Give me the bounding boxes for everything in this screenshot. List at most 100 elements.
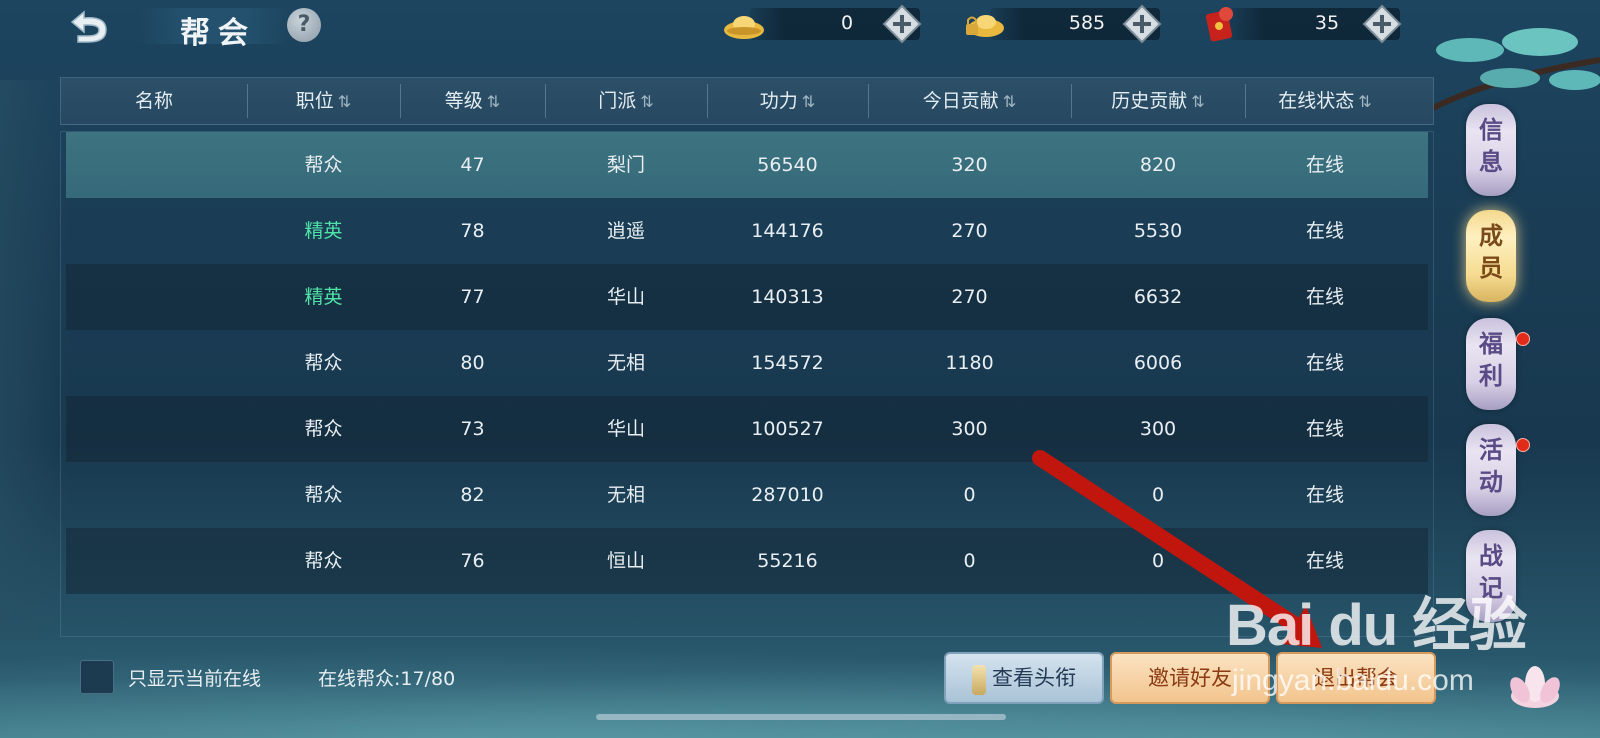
- lotus-decoration: [1510, 666, 1560, 708]
- cell-history: 820: [1139, 154, 1177, 176]
- cell-school: 恒山: [606, 550, 645, 572]
- cell-today: 0: [963, 550, 976, 572]
- side-tab-2[interactable]: 福 利: [1466, 318, 1530, 410]
- cell-position: 精英: [304, 286, 343, 308]
- members-table: 名称 职位 ⇅ 等级 ⇅ 门派 ⇅ 功力 ⇅ 今日贡献 ⇅ 历史贡献 ⇅ 在线状态 ⇅ 帮众 4…: [60, 77, 1434, 637]
- cell-name: [61, 396, 247, 462]
- baidu-watermark-url: jingyan.baidu.com: [1232, 664, 1474, 697]
- add-locked-gold-button[interactable]: [1122, 4, 1162, 44]
- plus-icon: [882, 4, 922, 44]
- add-red-envelope-button[interactable]: [1362, 4, 1402, 44]
- side-tab-label: 成 员: [1479, 221, 1503, 282]
- scroll-icon: [972, 664, 986, 695]
- baidu-watermark-logo: Bai du 经验: [1226, 593, 1527, 658]
- cell-position: 帮众: [304, 484, 343, 506]
- column-header-school[interactable]: 门派 ⇅: [545, 78, 707, 124]
- column-header-history-contribution[interactable]: 历史贡献 ⇅: [1071, 78, 1245, 124]
- cell-school: 华山: [606, 286, 645, 308]
- cell-history: 6006: [1133, 352, 1183, 374]
- cell-status: 在线: [1305, 418, 1344, 440]
- cell-level: 80: [460, 352, 485, 374]
- side-tab-3[interactable]: 活 动: [1466, 424, 1530, 516]
- table-row[interactable]: 帮众 80 无相 154572 1180 6006 在线: [66, 330, 1428, 396]
- table-row[interactable]: 精英 78 逍遥 144176 270 5530 在线: [66, 198, 1428, 264]
- cell-level: 82: [460, 484, 485, 506]
- side-tab-1[interactable]: 成 员: [1466, 210, 1516, 302]
- cell-power: 100527: [751, 418, 824, 440]
- currency-locked-gold: 585: [962, 4, 1172, 44]
- table-row[interactable]: 帮众 82 无相 287010 0 0 在线: [66, 462, 1428, 528]
- sort-icon: ⇅: [640, 91, 654, 111]
- cell-power: 144176: [751, 220, 824, 242]
- table-row[interactable]: 精英 77 华山 140313 270 6632 在线: [66, 264, 1428, 330]
- help-icon[interactable]: ?: [287, 8, 321, 42]
- cell-position: 帮众: [304, 352, 343, 374]
- sort-icon: ⇅: [801, 91, 816, 111]
- cell-status: 在线: [1305, 220, 1344, 242]
- back-arrow-icon: [70, 10, 107, 43]
- side-tab-0[interactable]: 信 息: [1466, 104, 1516, 196]
- table-row[interactable]: 帮众 73 华山 100527 300 300 在线: [66, 396, 1428, 462]
- cell-position: 帮众: [304, 154, 343, 176]
- cell-name: [61, 462, 247, 528]
- cell-today: 1180: [945, 352, 994, 374]
- cell-power: 56540: [757, 154, 818, 176]
- cell-today: 270: [951, 286, 988, 308]
- sort-icon: ⇅: [1358, 91, 1372, 111]
- cell-power: 154572: [751, 352, 824, 374]
- cell-power: 55216: [757, 550, 818, 572]
- plus-icon: [1122, 4, 1162, 44]
- cell-today: 320: [951, 154, 988, 176]
- back-button[interactable]: [58, 4, 118, 46]
- cell-position: 帮众: [304, 550, 343, 572]
- add-gold-button[interactable]: [882, 4, 922, 44]
- cell-history: 6632: [1133, 286, 1183, 308]
- cell-level: 73: [460, 418, 485, 440]
- locked-ingot-icon: [962, 4, 1006, 44]
- only-online-checkbox[interactable]: [80, 660, 114, 694]
- cell-power: 140313: [751, 286, 824, 308]
- cell-history: 0: [1151, 484, 1165, 506]
- cell-history: 300: [1139, 418, 1177, 440]
- cell-name: [61, 198, 247, 264]
- gold-value: 0: [840, 12, 854, 34]
- side-tab-label: 活 动: [1479, 435, 1503, 496]
- red-envelope-icon: [1202, 4, 1246, 44]
- side-tab-label: 福 利: [1479, 329, 1503, 390]
- column-header-level[interactable]: 等级 ⇅: [400, 78, 545, 124]
- cell-name: [61, 264, 247, 330]
- cell-name: [61, 330, 247, 396]
- cell-history: 5530: [1133, 220, 1183, 242]
- cell-level: 47: [460, 154, 485, 176]
- notification-badge: [1516, 332, 1530, 346]
- cell-school: 无相: [606, 352, 645, 374]
- locked-gold-value: 585: [1068, 12, 1106, 34]
- table-header: 名称 职位 ⇅ 等级 ⇅ 门派 ⇅ 功力 ⇅ 今日贡献 ⇅ 历史贡献 ⇅ 在线状态 ⇅: [60, 77, 1434, 125]
- notification-badge: [1516, 438, 1530, 452]
- sort-icon: ⇅: [1002, 91, 1017, 111]
- cell-school: 无相: [606, 484, 645, 506]
- red-envelope-value: 35: [1314, 12, 1340, 34]
- cell-school: 华山: [606, 418, 645, 440]
- column-header-name[interactable]: 名称: [61, 78, 247, 124]
- column-header-today-contribution[interactable]: 今日贡献 ⇅: [868, 78, 1071, 124]
- cell-status: 在线: [1305, 484, 1344, 506]
- cell-name: [61, 132, 247, 198]
- cell-position: 帮众: [304, 418, 343, 440]
- table-row[interactable]: 帮众 47 梨门 56540 320 820 在线: [66, 132, 1428, 198]
- home-indicator: [596, 714, 1006, 720]
- cell-status: 在线: [1305, 352, 1344, 374]
- cell-today: 270: [951, 220, 988, 242]
- cell-position: 精英: [304, 220, 343, 242]
- gold-ingot-icon: [722, 4, 766, 44]
- column-header-power[interactable]: 功力 ⇅: [707, 78, 868, 124]
- column-header-position[interactable]: 职位 ⇅: [247, 78, 400, 124]
- plus-icon: [1362, 4, 1402, 44]
- view-title-button[interactable]: 查看头衔: [944, 652, 1104, 704]
- column-header-online-status[interactable]: 在线状态 ⇅: [1245, 78, 1405, 124]
- page-title: 帮会: [180, 16, 256, 51]
- cell-school: 梨门: [606, 154, 645, 176]
- cell-name: [61, 528, 247, 594]
- sort-icon: ⇅: [486, 91, 501, 111]
- table-row[interactable]: 帮众 76 恒山 55216 0 0 在线: [66, 528, 1428, 594]
